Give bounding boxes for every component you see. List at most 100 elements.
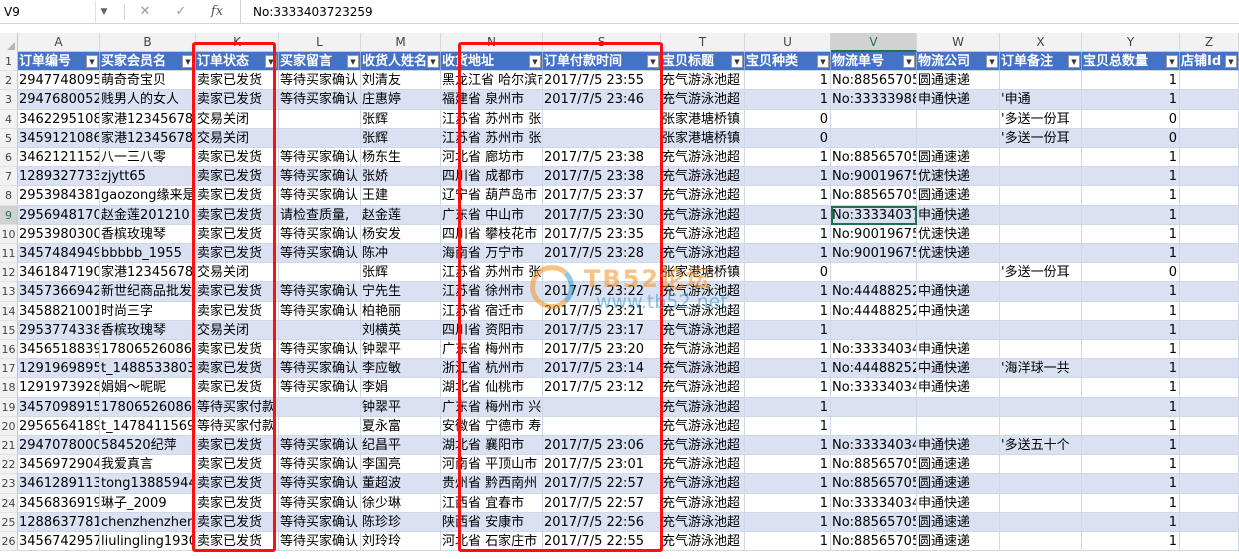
table-cell[interactable]: 3462121152 — [18, 148, 100, 168]
table-cell[interactable]: 1 — [745, 378, 831, 398]
table-cell[interactable]: 3459121086 — [18, 128, 100, 148]
table-cell[interactable]: 1 — [745, 71, 831, 91]
table-cell[interactable]: 2017/7/5 23:14 — [543, 359, 661, 379]
table-cell[interactable]: 刘清友 — [361, 71, 441, 91]
header-cell[interactable]: 宝贝标题 ▼ — [661, 52, 745, 72]
header-cell[interactable]: 物流单号 ▼ — [831, 52, 917, 72]
header-cell[interactable]: 订单付款时间 ▼ — [543, 52, 661, 72]
table-cell[interactable]: 娟娟～昵昵 — [100, 378, 196, 398]
table-cell[interactable]: 杨安发 — [361, 224, 441, 244]
table-cell[interactable]: bbbbb_1955 — [100, 244, 196, 264]
table-cell[interactable]: 1 — [745, 167, 831, 187]
table-cell[interactable]: 1291969895 — [18, 359, 100, 379]
row-number[interactable]: 24 — [0, 493, 18, 513]
table-cell[interactable]: 1 — [745, 397, 831, 417]
table-cell[interactable]: 琳子_2009 — [100, 493, 196, 513]
table-cell[interactable]: 海南省 万宁市 — [441, 244, 543, 264]
table-cell[interactable]: 卖家已发货 — [196, 167, 279, 187]
table-cell[interactable]: liulingling1930 — [100, 532, 196, 552]
table-cell[interactable]: 卖家已发货 — [196, 512, 279, 532]
table-cell[interactable]: 杨东生 — [361, 148, 441, 168]
table-cell[interactable]: 张辉 — [361, 263, 441, 283]
column-header-m[interactable]: M — [361, 33, 441, 52]
table-cell[interactable]: No:3333403411 — [831, 436, 917, 456]
table-cell[interactable]: 1288637781 — [18, 512, 100, 532]
row-number[interactable]: 4 — [0, 109, 18, 129]
row-number[interactable]: 12 — [0, 263, 18, 283]
table-cell[interactable]: No:8856570511 — [831, 512, 917, 532]
table-cell[interactable]: 卖家已发货 — [196, 359, 279, 379]
table-cell[interactable]: No:8856570511 — [831, 532, 917, 552]
table-cell[interactable]: 2017/7/5 23:38 — [543, 148, 661, 168]
table-cell[interactable]: 香槟玫瑰琴 — [100, 320, 196, 340]
table-cell[interactable]: 请检查质量, — [279, 205, 361, 225]
table-cell[interactable]: 申通快递 — [917, 378, 1000, 398]
table-cell[interactable]: 2017/7/5 23:01 — [543, 455, 661, 475]
table-cell[interactable]: 卖家已发货 — [196, 90, 279, 110]
table-cell[interactable] — [917, 320, 1000, 340]
table-cell[interactable] — [279, 416, 361, 436]
table-cell[interactable] — [1180, 455, 1239, 475]
table-cell[interactable] — [1000, 493, 1082, 513]
row-number[interactable]: 14 — [0, 301, 18, 321]
table-cell[interactable]: 充气游泳池超 — [661, 532, 745, 552]
table-cell[interactable]: 等待买家确认 — [279, 378, 361, 398]
table-cell[interactable]: 1 — [1082, 532, 1180, 552]
table-cell[interactable]: 1 — [745, 455, 831, 475]
table-cell[interactable]: No:8856570511 — [831, 71, 917, 91]
table-cell[interactable]: 申通快递 — [917, 90, 1000, 110]
table-cell[interactable]: 庄惠婷 — [361, 90, 441, 110]
table-cell[interactable] — [1180, 532, 1239, 552]
table-cell[interactable]: 广东省 梅州市 兴宁市 黄陂镇, — [441, 397, 543, 417]
table-cell[interactable]: 卖家已发货 — [196, 71, 279, 91]
table-cell[interactable] — [1180, 148, 1239, 168]
table-cell[interactable]: 贵州省 黔西南州 — [441, 474, 543, 494]
table-cell[interactable]: 1 — [1082, 493, 1180, 513]
table-cell[interactable]: 1 — [745, 416, 831, 436]
table-cell[interactable]: 1 — [1082, 301, 1180, 321]
table-cell[interactable]: 交易关闭 — [196, 263, 279, 283]
table-cell[interactable]: 1 — [745, 90, 831, 110]
table-cell[interactable] — [543, 128, 661, 148]
row-number[interactable]: 23 — [0, 474, 18, 494]
table-cell[interactable]: 圆通速递 — [917, 455, 1000, 475]
table-cell[interactable] — [831, 263, 917, 283]
filter-dropdown-icon[interactable]: ▼ — [347, 55, 359, 68]
table-cell[interactable]: 等待买家确认 — [279, 167, 361, 187]
table-cell[interactable]: 卖家已发货 — [196, 378, 279, 398]
table-cell[interactable]: No:8856570511 — [831, 474, 917, 494]
table-cell[interactable]: 2017/7/5 22:56 — [543, 512, 661, 532]
table-cell[interactable]: 充气游泳池超 — [661, 90, 745, 110]
filter-dropdown-icon[interactable]: ▼ — [817, 55, 829, 68]
table-cell[interactable]: 1 — [745, 186, 831, 206]
column-header-x[interactable]: X — [1000, 33, 1082, 52]
table-cell[interactable]: 四川省 资阳市 — [441, 320, 543, 340]
row-number[interactable]: 11 — [0, 244, 18, 264]
table-cell[interactable]: 1 — [745, 532, 831, 552]
table-cell[interactable]: 2017/7/5 23:21 — [543, 301, 661, 321]
table-cell[interactable]: 0 — [745, 128, 831, 148]
table-cell[interactable]: 1 — [1082, 416, 1180, 436]
column-header-u[interactable]: U — [745, 33, 831, 52]
table-cell[interactable]: No:4448825211 — [831, 282, 917, 302]
column-header-w[interactable]: W — [917, 33, 1000, 52]
column-header-t[interactable]: T — [661, 33, 745, 52]
table-cell[interactable]: 充气游泳池超 — [661, 71, 745, 91]
header-cell[interactable]: 收货地址 ▼ — [441, 52, 543, 72]
row-number[interactable]: 21 — [0, 436, 18, 456]
table-cell[interactable]: No:3333398866 — [831, 90, 917, 110]
table-cell[interactable]: 2953980300 — [18, 224, 100, 244]
table-cell[interactable]: 充气游泳池超 — [661, 301, 745, 321]
table-cell[interactable] — [1000, 320, 1082, 340]
table-cell[interactable] — [1180, 340, 1239, 360]
filter-dropdown-icon[interactable]: ▼ — [86, 55, 98, 68]
table-cell[interactable]: 充气游泳池超 — [661, 493, 745, 513]
row-number[interactable]: 17 — [0, 359, 18, 379]
table-cell[interactable] — [1000, 205, 1082, 225]
table-cell[interactable]: 1 — [1082, 455, 1180, 475]
table-cell[interactable]: 1 — [745, 205, 831, 225]
table-cell[interactable]: 充气游泳池超 — [661, 378, 745, 398]
table-cell[interactable]: 2017/7/5 23:20 — [543, 340, 661, 360]
table-cell[interactable]: 3457098915 — [18, 397, 100, 417]
table-cell[interactable]: 江西省 宜春市 — [441, 493, 543, 513]
